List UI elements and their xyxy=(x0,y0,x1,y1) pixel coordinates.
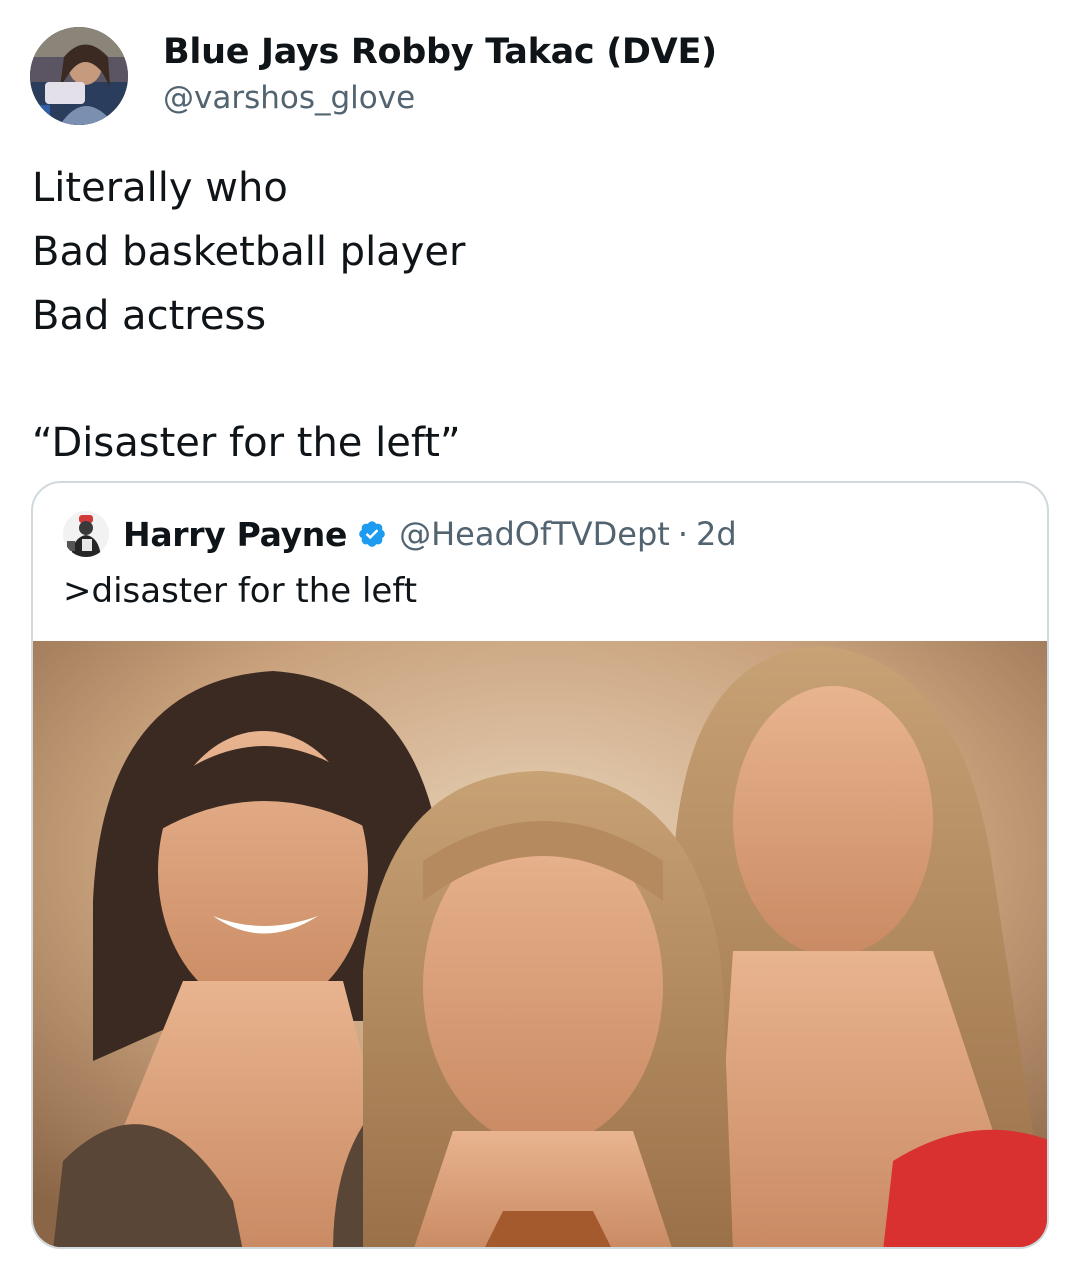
quoted-avatar-photo xyxy=(63,511,109,557)
verified-badge-icon xyxy=(357,519,387,549)
tweet-line: Bad basketball player xyxy=(32,229,466,275)
tweet-text: Literally who Bad basketball player Bad … xyxy=(32,156,465,475)
quoted-author-avatar[interactable] xyxy=(63,511,109,557)
author-display-name[interactable]: Blue Jays Robby Takac (DVE) xyxy=(163,32,717,72)
quoted-tweet-timestamp[interactable]: 2d xyxy=(696,515,737,553)
tweet-line: Bad actress xyxy=(32,293,267,339)
author-handle[interactable]: @varshos_glove xyxy=(163,80,415,116)
avatar-photo xyxy=(30,27,128,125)
separator-dot: · xyxy=(677,515,688,553)
tweet-line: “Disaster for the left” xyxy=(32,420,461,466)
profile-avatar[interactable] xyxy=(30,27,128,125)
quoted-tweet-text: >disaster for the left xyxy=(63,571,418,611)
tweet-line: Literally who xyxy=(32,165,288,211)
quoted-tweet-header: Harry Payne @HeadOfTVDept · 2d xyxy=(123,511,737,557)
photo-three-women xyxy=(33,641,1047,1247)
quoted-author-handle[interactable]: @HeadOfTVDept xyxy=(399,515,670,553)
quoted-tweet-photo[interactable] xyxy=(33,641,1047,1247)
quoted-tweet-card[interactable]: Harry Payne @HeadOfTVDept · 2d >disaster… xyxy=(31,481,1049,1249)
quoted-author-name[interactable]: Harry Payne xyxy=(123,515,347,554)
tweet[interactable]: Blue Jays Robby Takac (DVE) @varshos_glo… xyxy=(0,0,1080,1267)
